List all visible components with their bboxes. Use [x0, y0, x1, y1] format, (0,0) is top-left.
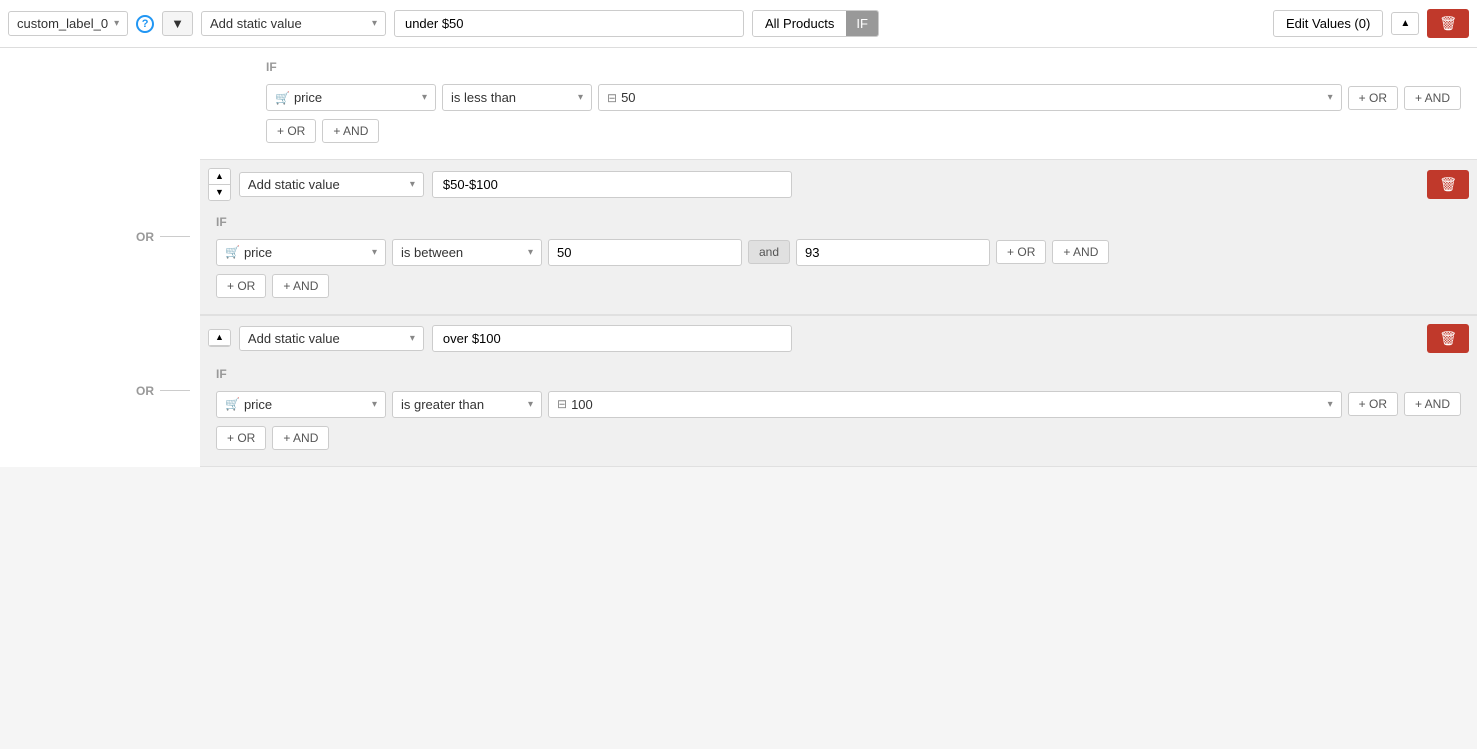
operator-select-3[interactable]: is greater than ▾ [392, 391, 542, 418]
or-label-3: OR [136, 384, 154, 398]
value-label-1: 50 [621, 90, 635, 105]
add-static-label-2: Add static value [248, 177, 340, 192]
value-input-3[interactable] [432, 325, 792, 352]
chevron-down-icon: ▾ [410, 333, 415, 344]
and-button-3-inline[interactable]: + AND [1404, 392, 1461, 416]
or-divider-2: OR ▲ Add static value ▾ 🗑 IF [0, 315, 1477, 467]
or-and-row-2: + OR + AND [216, 274, 1461, 298]
or-button-2-inline[interactable]: + OR [996, 240, 1046, 264]
price-select-2[interactable]: 🛒 price ▾ [216, 239, 386, 266]
and-button-2-row[interactable]: + AND [272, 274, 329, 298]
or-button-1-inline[interactable]: + OR [1348, 86, 1398, 110]
or-button-2-row[interactable]: + OR [216, 274, 266, 298]
condition-row-1: 🛒 price ▾ is less than ▾ ⊟ 50 ▾ + OR + A… [266, 84, 1461, 111]
delete-button-top[interactable]: 🗑 [1427, 9, 1469, 38]
chevron-down-icon: ▼ [171, 16, 184, 31]
chevron-down-icon: ▾ [1328, 92, 1333, 103]
chevron-down-icon: ▾ [528, 399, 533, 410]
add-static-value-label: Add static value [210, 16, 302, 31]
chevron-down-icon: ▾ [372, 247, 377, 258]
chevron-down-icon: ▾ [422, 92, 427, 103]
help-icon[interactable]: ? [136, 15, 154, 33]
and-button-1-inline[interactable]: + AND [1404, 86, 1461, 110]
chevron-down-icon: ▾ [528, 247, 533, 258]
chevron-down-icon: ▾ [410, 179, 415, 190]
condition-row-2: 🛒 price ▾ is between ▾ and + OR + AND [216, 239, 1461, 266]
chevron-down-icon: ▾ [1328, 399, 1333, 410]
if-section-2: IF 🛒 price ▾ is between ▾ and + OR [200, 209, 1477, 314]
chevron-down-icon: ▾ [372, 399, 377, 410]
price-label-3: price [244, 397, 272, 412]
or-label-2: OR [136, 230, 154, 244]
up-group-3: ▲ [208, 329, 231, 347]
top-chevron-down-button[interactable]: ▼ [162, 11, 193, 36]
first-if-section: IF 🛒 price ▾ is less than ▾ ⊟ 50 ▾ + OR … [0, 48, 1477, 159]
all-products-if-group: All Products IF [752, 10, 879, 37]
up-arrow-button-top[interactable]: ▲ [1391, 12, 1419, 35]
operator-label-2: is between [401, 245, 463, 260]
if-label-3: IF [216, 367, 1461, 381]
value-select-1[interactable]: ⊟ 50 ▾ [598, 84, 1342, 111]
main-content: IF 🛒 price ▾ is less than ▾ ⊟ 50 ▾ + OR … [0, 48, 1477, 467]
delete-button-2[interactable]: 🗑 [1427, 170, 1469, 199]
cart-icon-2: 🛒 [225, 245, 240, 259]
price-label-2: price [244, 245, 272, 260]
or-button-1-row[interactable]: + OR [266, 119, 316, 143]
value-label-3: 100 [571, 397, 593, 412]
if-section-3: IF 🛒 price ▾ is greater than ▾ ⊟ 100 ▾ [200, 361, 1477, 466]
add-static-select-2[interactable]: Add static value ▾ [239, 172, 424, 197]
operator-label-3: is greater than [401, 397, 484, 412]
and-button-3-row[interactable]: + AND [272, 426, 329, 450]
chevron-down-icon: ▾ [372, 18, 377, 29]
up-down-group-2: ▲ ▼ [208, 168, 231, 201]
if-badge-button[interactable]: IF [846, 11, 878, 36]
or-button-3-inline[interactable]: + OR [1348, 392, 1398, 416]
down-button-2[interactable]: ▼ [209, 185, 230, 200]
value-input-top[interactable] [394, 10, 744, 37]
or-button-3-row[interactable]: + OR [216, 426, 266, 450]
up-button-2[interactable]: ▲ [209, 169, 230, 185]
add-static-select-3[interactable]: Add static value ▾ [239, 326, 424, 351]
price-label-1: price [294, 90, 322, 105]
add-static-select-top[interactable]: Add static value ▾ [201, 11, 386, 36]
operator-select-1[interactable]: is less than ▾ [442, 84, 592, 111]
operator-label-1: is less than [451, 90, 516, 105]
add-static-label-3: Add static value [248, 331, 340, 346]
or-and-row-3: + OR + AND [216, 426, 1461, 450]
all-products-button[interactable]: All Products [753, 11, 846, 36]
and-button-2-inline[interactable]: + AND [1052, 240, 1109, 264]
value-input-2[interactable] [432, 171, 792, 198]
or-and-row-1: + OR + AND [266, 119, 1461, 143]
value-select-3[interactable]: ⊟ 100 ▾ [548, 391, 1342, 418]
and-divider-2: and [748, 240, 790, 264]
and-button-1-row[interactable]: + AND [322, 119, 379, 143]
if-label-2: IF [216, 215, 1461, 229]
custom-label-select[interactable]: custom_label_0 ▾ [8, 11, 128, 36]
between-value-1[interactable] [548, 239, 742, 266]
delete-button-3[interactable]: 🗑 [1427, 324, 1469, 353]
chevron-down-icon: ▾ [114, 18, 119, 29]
price-select-3[interactable]: 🛒 price ▾ [216, 391, 386, 418]
up-button-3[interactable]: ▲ [209, 330, 230, 346]
custom-label-text: custom_label_0 [17, 16, 108, 31]
hash-icon-1: ⊟ [607, 91, 617, 105]
chevron-down-icon: ▾ [578, 92, 583, 103]
between-value-2[interactable] [796, 239, 990, 266]
or-divider-1: OR ▲ ▼ Add static value ▾ 🗑 IF [0, 159, 1477, 315]
if-label-1: IF [266, 60, 1461, 74]
operator-select-2[interactable]: is between ▾ [392, 239, 542, 266]
cart-icon-3: 🛒 [225, 397, 240, 411]
condition-row-3: 🛒 price ▾ is greater than ▾ ⊟ 100 ▾ + OR [216, 391, 1461, 418]
rule2-block: ▲ ▼ Add static value ▾ 🗑 IF 🛒 price [200, 159, 1477, 315]
hash-icon-3: ⊟ [557, 397, 567, 411]
edit-values-button[interactable]: Edit Values (0) [1273, 10, 1383, 37]
cart-icon-1: 🛒 [275, 91, 290, 105]
rule3-block: ▲ Add static value ▾ 🗑 IF 🛒 price ▾ [200, 315, 1477, 467]
price-select-1[interactable]: 🛒 price ▾ [266, 84, 436, 111]
